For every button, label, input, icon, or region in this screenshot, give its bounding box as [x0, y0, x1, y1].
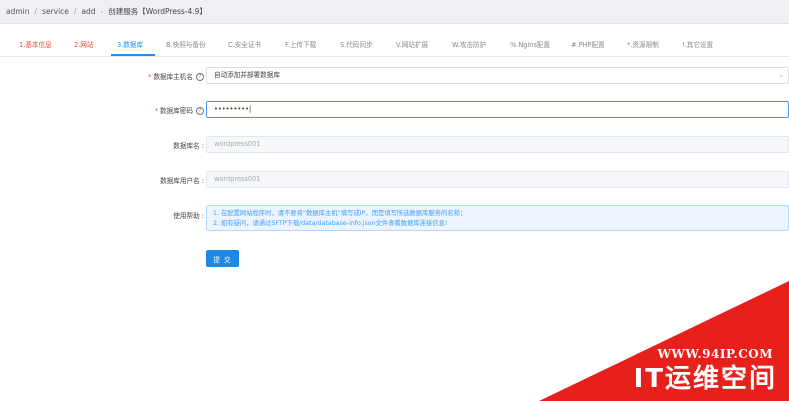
tab-code-sync[interactable]: S.代码同步	[340, 39, 373, 49]
tab-php-config[interactable]: #.PHP配置	[571, 39, 605, 49]
tab-ssl-certificate[interactable]: C.安全证书	[228, 39, 261, 49]
submit-button[interactable]: 提 交	[206, 250, 239, 267]
breadcrumb-separator: -	[100, 7, 104, 16]
breadcrumb: admin / service / add - 创建服务【WordPress-4…	[0, 0, 789, 24]
db-user-row: 数据库用户名 : wordpress001	[0, 171, 789, 188]
question-icon[interactable]: ?	[196, 107, 204, 115]
tab-attack-protection[interactable]: W.攻击防护	[452, 39, 486, 49]
db-host-label: 数据库主机名	[153, 73, 193, 81]
db-name-label: 数据库名 :	[173, 142, 204, 150]
db-password-label-wrap: * 数据库密码?	[155, 105, 204, 115]
required-asterisk: *	[148, 73, 152, 81]
help-line-2: 2. 如有疑问，请通过SFTP下载/data/database-info.jso…	[213, 220, 448, 227]
tab-bar: 1.基本信息 2.网站 3.数据库 B.快照与备份 C.安全证书 F.上传下载 …	[0, 34, 789, 57]
breadcrumb-separator: /	[73, 7, 77, 16]
db-host-select[interactable]: 自动添加并部署数据库 ⌄	[206, 67, 789, 84]
breadcrumb-add[interactable]: add	[81, 7, 95, 16]
tab-website[interactable]: 2.网站	[74, 39, 93, 49]
watermark: WWW.94IP.COM IT运维空间	[539, 281, 789, 401]
db-name-value: wordpress001	[214, 140, 261, 148]
db-user-input: wordpress001	[206, 171, 789, 188]
help-label: 使用帮助 :	[173, 212, 204, 220]
tab-resource-limits[interactable]: *.资源限制	[627, 39, 659, 49]
help-row: 使用帮助 : 1. 在配置网站程序时，请不要将“数据库主机”填写成IP，而是填写…	[0, 205, 789, 233]
breadcrumb-admin[interactable]: admin	[6, 7, 30, 16]
breadcrumb-service[interactable]: service	[42, 7, 69, 16]
db-password-row: * 数据库密码? •••••••••|	[0, 101, 789, 118]
tab-other-settings[interactable]: !.其它设置	[682, 39, 713, 49]
breadcrumb-separator: /	[34, 7, 38, 16]
db-name-row: 数据库名 : wordpress001	[0, 136, 789, 153]
db-host-row: * 数据库主机名? 自动添加并部署数据库 ⌄	[0, 67, 789, 84]
tab-database[interactable]: 3.数据库	[117, 39, 143, 49]
db-user-value: wordpress001	[214, 175, 261, 183]
db-host-label-wrap: * 数据库主机名?	[148, 71, 204, 81]
db-user-label: 数据库用户名 :	[160, 177, 204, 185]
watermark-brand: IT运维空间	[633, 364, 777, 394]
question-icon[interactable]: ?	[196, 73, 204, 81]
db-password-label: 数据库密码	[160, 107, 193, 115]
tab-upload-download[interactable]: F.上传下载	[285, 39, 316, 49]
db-host-value: 自动添加并部署数据库	[214, 71, 280, 79]
db-password-input[interactable]: •••••••••|	[206, 101, 789, 118]
db-password-value: •••••••••	[214, 105, 250, 113]
tab-basic-info[interactable]: 1.基本信息	[19, 39, 52, 49]
tab-site-extensions[interactable]: V.网站扩展	[396, 39, 428, 49]
active-tab-indicator	[111, 54, 155, 56]
required-asterisk: *	[154, 107, 159, 115]
help-box: 1. 在配置网站程序时，请不要将“数据库主机”填写成IP，而是填写所选数据库服务…	[206, 205, 789, 231]
chevron-down-icon: ⌄	[778, 71, 784, 79]
db-name-input: wordpress001	[206, 136, 789, 153]
help-line-1: 1. 在配置网站程序时，请不要将“数据库主机”填写成IP，而是填写所选数据库服务…	[213, 210, 467, 217]
tab-nginx-config[interactable]: %.Ngins配置	[510, 39, 550, 49]
breadcrumb-current: 创建服务【WordPress-4.9】	[108, 7, 207, 16]
tab-snapshot-backup[interactable]: B.快照与备份	[166, 39, 206, 49]
